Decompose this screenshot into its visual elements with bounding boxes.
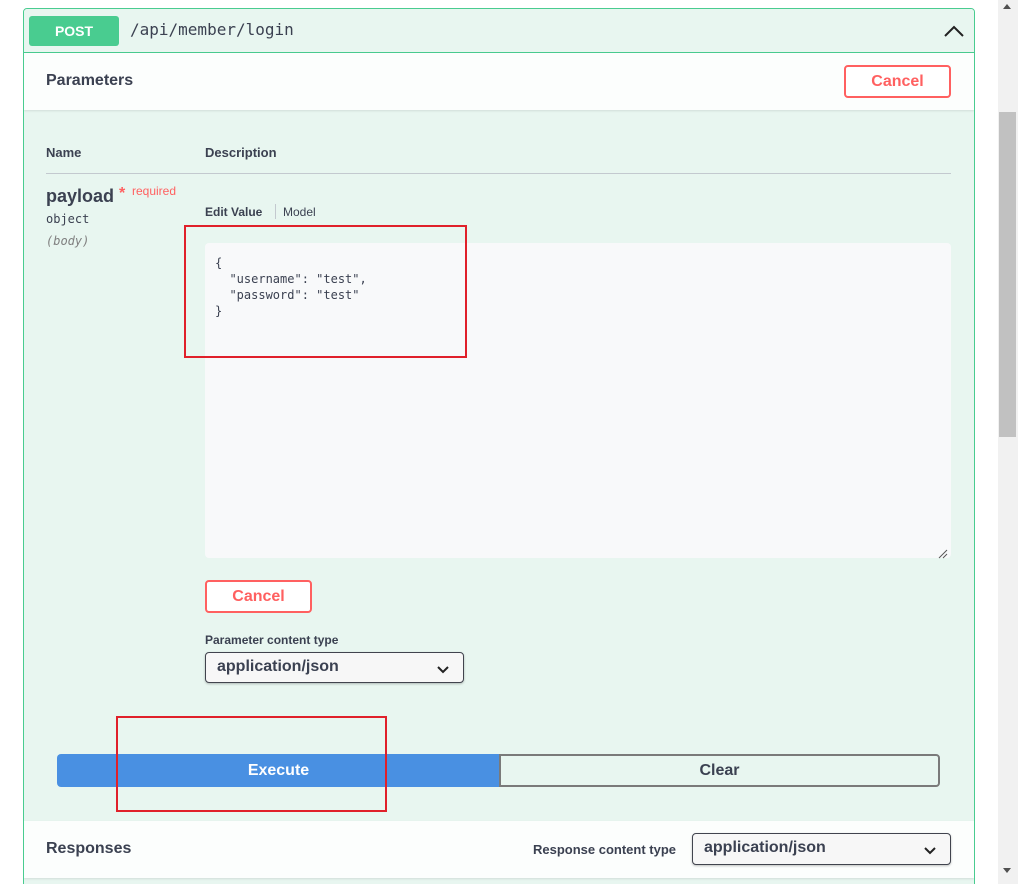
chevron-down-icon — [924, 843, 936, 855]
operation-summary[interactable]: POST /api/member/login — [24, 9, 974, 53]
execute-wrapper: Execute Clear — [57, 754, 941, 787]
response-content-type-select[interactable]: application/json — [692, 833, 951, 865]
body-cancel-button[interactable]: Cancel — [205, 580, 312, 613]
required-star: * — [119, 185, 126, 202]
scrollbar-thumb[interactable] — [999, 112, 1016, 437]
param-name: payload — [46, 186, 115, 206]
response-content-type-value: application/json — [704, 839, 826, 856]
column-header-name: Name — [46, 145, 82, 160]
chevron-down-icon — [437, 662, 449, 674]
endpoint-path: /api/member/login — [130, 20, 294, 39]
tab-model[interactable]: Model — [283, 205, 316, 219]
required-label: required — [132, 184, 177, 198]
vertical-scrollbar[interactable] — [998, 0, 1018, 884]
chevron-up-icon[interactable] — [942, 21, 966, 41]
try-out-cancel-button[interactable]: Cancel — [844, 65, 951, 98]
response-content-type-label: Response content type — [533, 842, 677, 857]
param-location: (body) — [46, 234, 90, 248]
scroll-up-arrow-icon[interactable] — [1003, 4, 1011, 9]
execute-button[interactable]: Execute — [57, 754, 500, 787]
responses-title: Responses — [46, 840, 132, 857]
parameters-title: Parameters — [46, 72, 134, 89]
scroll-down-arrow-icon[interactable] — [1003, 868, 1011, 873]
swagger-page: POST /api/member/login Parameters Cancel… — [0, 0, 998, 884]
parameter-content-type-value: application/json — [217, 658, 339, 675]
http-method-badge: POST — [29, 16, 119, 46]
resize-grip-icon[interactable] — [938, 546, 948, 559]
table-divider — [46, 173, 951, 174]
clear-button[interactable]: Clear — [499, 754, 940, 787]
column-header-description: Description — [205, 145, 277, 160]
param-type: object — [46, 212, 90, 226]
tab-divider — [275, 204, 276, 219]
tab-edit-value[interactable]: Edit Value — [205, 205, 262, 219]
parameter-content-type-select[interactable]: application/json — [205, 652, 464, 683]
operation-block: POST /api/member/login Parameters Cancel… — [23, 8, 975, 884]
parameter-content-type-label: Parameter content type — [205, 633, 339, 647]
request-body-editor[interactable] — [205, 243, 951, 558]
parameters-header: Parameters Cancel — [24, 53, 974, 110]
